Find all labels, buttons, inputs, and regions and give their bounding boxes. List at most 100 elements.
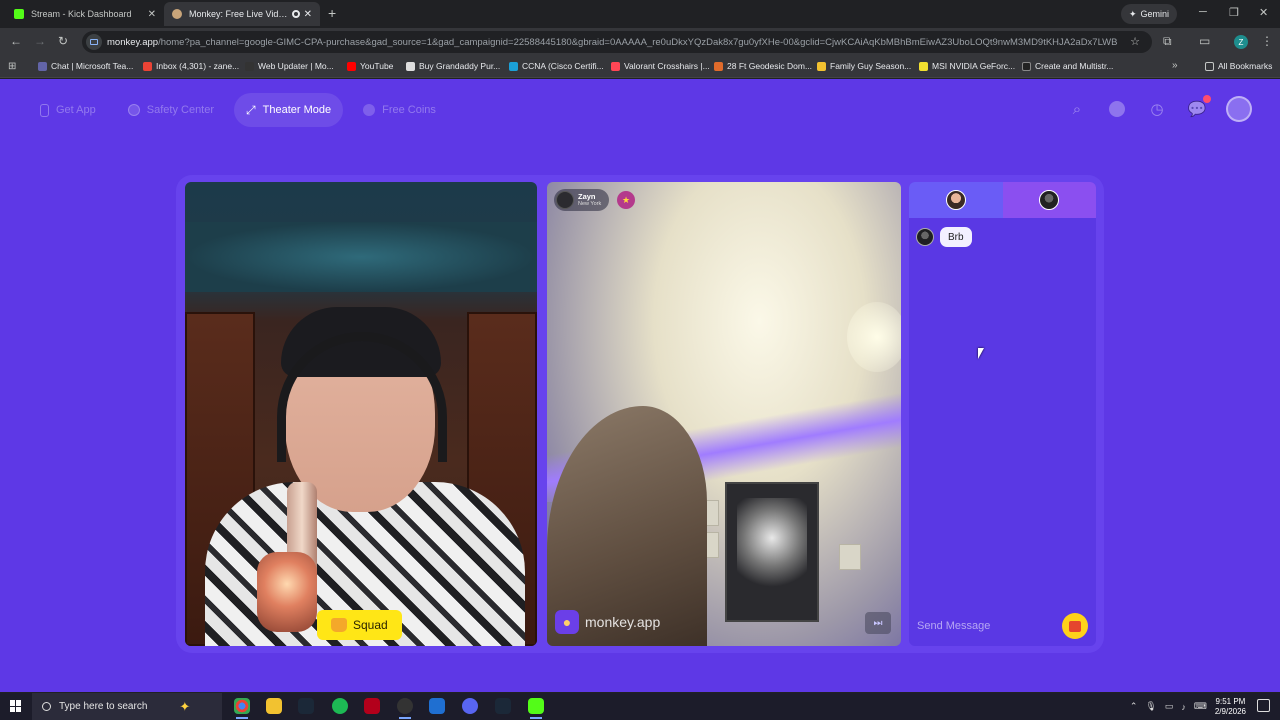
friends-icon[interactable]: [1106, 98, 1128, 120]
search-icon[interactable]: ⌕: [1066, 98, 1088, 120]
folder-icon: [919, 61, 928, 71]
skip-next-icon[interactable]: ⏭: [865, 612, 891, 634]
restore-icon[interactable]: ❐: [1229, 6, 1239, 19]
messages-icon[interactable]: 💬: [1186, 95, 1211, 120]
new-tab-button[interactable]: +: [328, 5, 336, 21]
history-clock-icon[interactable]: ◷: [1146, 98, 1168, 120]
bookmarks-bar: ⊞ Chat | Microsoft Tea... Inbox (4,301) …: [0, 56, 1280, 78]
bookmark-item[interactable]: Buy Grandaddy Pur...: [406, 61, 500, 71]
wall-poster: [725, 482, 819, 622]
browser-toolbar: ← → ↻ monkey.app/home?pa_channel=google-…: [0, 28, 1280, 56]
more-bookmarks-chevron-icon[interactable]: »: [1172, 60, 1178, 71]
squad-button[interactable]: Squad: [317, 610, 402, 640]
bookmark-item[interactable]: Family Guy Season...: [817, 61, 911, 71]
teams-icon: [38, 61, 47, 71]
chevron-up-icon[interactable]: ⌃: [1130, 701, 1138, 712]
chat-tab-self[interactable]: [909, 182, 1003, 218]
gemini-label: Gemini: [1140, 9, 1170, 19]
recording-indicator-icon: [291, 10, 300, 18]
windows-taskbar: Type here to search ✦ ⌃ 🎙 ▭ ♪ ⌨ 9:51 PM …: [0, 693, 1280, 720]
partner-badge[interactable]: Zayn New York: [554, 189, 610, 211]
bookmark-star-icon[interactable]: ☆: [1130, 35, 1140, 48]
red-app-icon[interactable]: [364, 698, 380, 714]
mouse-cursor-icon: [978, 348, 984, 359]
background-light: [185, 222, 537, 292]
back-icon[interactable]: ←: [10, 34, 22, 48]
taskbar-search[interactable]: Type here to search ✦: [32, 693, 222, 720]
video-chat-stage: Squad Zayn New York ★ ● monkey.app ⏭ Brb…: [176, 175, 1104, 653]
volume-icon[interactable]: ♪: [1181, 702, 1186, 712]
notification-center-icon[interactable]: [1257, 699, 1270, 712]
kick-favicon-icon: [14, 9, 24, 19]
blue-app-icon[interactable]: [429, 698, 445, 714]
tab-kick-dashboard[interactable]: Stream - Kick Dashboard ✕: [6, 2, 164, 26]
microphone-icon[interactable]: 🎙: [1145, 701, 1156, 712]
phone-icon: [40, 103, 49, 117]
chat-tabs: [909, 182, 1096, 218]
partner-name: Zayn: [578, 192, 596, 201]
add-friend-icon[interactable]: ★: [617, 191, 635, 209]
avatar: [945, 190, 966, 210]
apps-grid-icon[interactable]: ⊞: [8, 61, 16, 72]
profile-avatar[interactable]: Z: [1234, 35, 1248, 49]
kick-icon[interactable]: [528, 698, 544, 719]
send-message-input[interactable]: [917, 614, 1062, 638]
gmail-icon: [143, 61, 152, 71]
bookmark-item[interactable]: YouTube: [347, 61, 393, 71]
chat-panel: Brb: [909, 182, 1096, 646]
obs-icon[interactable]: [397, 698, 413, 719]
nav-get-app[interactable]: Get App: [28, 93, 108, 127]
windows-start-icon[interactable]: [10, 700, 22, 712]
gift-icon: [1069, 620, 1081, 632]
avatar: [1039, 190, 1060, 210]
chrome-menu-icon[interactable]: ⋮: [1261, 34, 1273, 48]
bookmark-item[interactable]: MSI NVIDIA GeForc...: [919, 61, 1015, 71]
wall-sticker: [839, 544, 861, 570]
spotify-icon[interactable]: [332, 698, 348, 714]
language-icon[interactable]: ⌨: [1194, 701, 1207, 712]
expand-icon: ⤢: [246, 102, 256, 117]
bookmark-item[interactable]: Valorant Crosshairs |...: [611, 61, 710, 71]
gift-button[interactable]: [1062, 613, 1088, 639]
steam-icon[interactable]: [495, 698, 511, 714]
forward-icon[interactable]: →: [34, 34, 46, 48]
tab-monkey[interactable]: Monkey: Free Live Video Ch ✕: [164, 2, 320, 26]
minimize-icon[interactable]: ─: [1199, 6, 1207, 18]
all-bookmarks[interactable]: All Bookmarks: [1205, 61, 1272, 71]
bookmark-item[interactable]: Create and Multistr...: [1022, 61, 1113, 71]
bookmark-item[interactable]: Chat | Microsoft Tea...: [38, 61, 133, 71]
bookmark-item[interactable]: 28 Ft Geodesic Dom...: [714, 61, 812, 71]
extensions-icon[interactable]: ⧉: [1163, 34, 1172, 49]
address-bar[interactable]: monkey.app/home?pa_channel=google-GIMC-C…: [82, 31, 1152, 53]
bookmark-item[interactable]: Inbox (4,301) - zane...: [143, 61, 239, 71]
partner-location: New York: [578, 200, 602, 207]
side-panel-icon[interactable]: ▭: [1199, 34, 1210, 48]
user-avatar[interactable]: [1226, 96, 1252, 122]
nav-label: Get App: [56, 104, 96, 116]
close-tab-icon[interactable]: ✕: [148, 9, 156, 20]
bookmark-item[interactable]: CCNA (Cisco Certifi...: [509, 61, 604, 71]
avatar: [916, 228, 934, 246]
gemini-button[interactable]: ✦ Gemini: [1121, 4, 1178, 24]
chrome-taskbar-icon[interactable]: [234, 698, 250, 719]
glowing-jar: [257, 552, 317, 632]
partner-video-feed: Zayn New York ★ ● monkey.app ⏭: [547, 182, 901, 646]
bookmark-item[interactable]: Web Updater | Mo...: [245, 61, 334, 71]
site-info-icon[interactable]: [86, 34, 102, 50]
nav-free-coins[interactable]: Free Coins: [351, 93, 448, 127]
file-explorer-icon[interactable]: [266, 698, 282, 714]
nav-theater-mode[interactable]: ⤢ Theater Mode: [234, 93, 344, 127]
discord-icon[interactable]: [462, 698, 478, 714]
nav-safety-center[interactable]: Safety Center: [116, 93, 226, 127]
steam-icon[interactable]: [298, 698, 314, 714]
reload-icon[interactable]: ↻: [58, 34, 68, 48]
chat-message: Brb: [916, 227, 972, 247]
system-clock[interactable]: 9:51 PM 2/9/2026: [1215, 697, 1246, 716]
url-text[interactable]: monkey.app/home?pa_channel=google-GIMC-C…: [107, 37, 1117, 48]
close-tab-icon[interactable]: ✕: [304, 9, 312, 20]
chat-tab-partner[interactable]: [1002, 182, 1096, 218]
tab-title: Stream - Kick Dashboard: [31, 9, 132, 19]
close-window-icon[interactable]: ✕: [1259, 6, 1268, 19]
shield-icon: [127, 104, 140, 116]
network-icon[interactable]: ▭: [1165, 701, 1174, 712]
